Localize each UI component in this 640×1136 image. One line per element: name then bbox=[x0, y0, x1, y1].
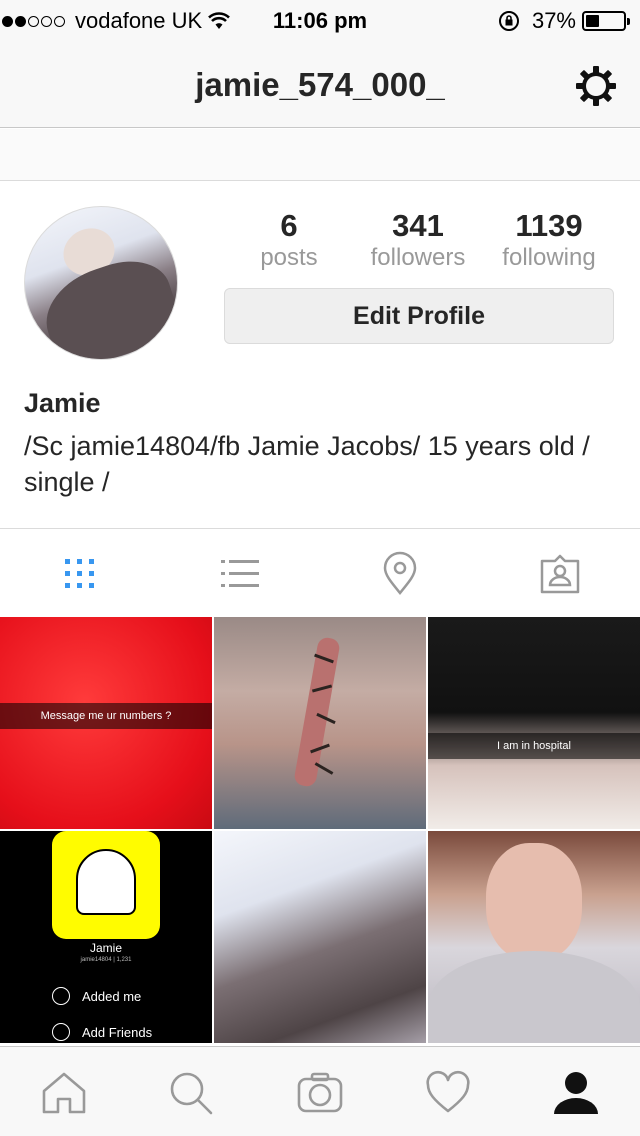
edit-profile-button[interactable]: Edit Profile bbox=[224, 288, 614, 344]
stat-followers-value: 341 bbox=[392, 208, 444, 243]
stat-followers-label: followers bbox=[370, 244, 466, 271]
battery-icon bbox=[582, 11, 630, 31]
post-thumbnail[interactable]: I am in hospital bbox=[428, 617, 640, 829]
avatar[interactable] bbox=[24, 206, 178, 360]
profile-stats: 6 posts 341 followers 1139 following bbox=[224, 208, 614, 278]
profile-bio: /Sc jamie14804/fb Jamie Jacobs/ 15 years… bbox=[24, 431, 590, 497]
grid-icon[interactable] bbox=[57, 551, 103, 597]
bottom-tab-bar bbox=[0, 1046, 640, 1136]
profile-name: Jamie bbox=[24, 388, 101, 418]
snapcode bbox=[52, 831, 160, 939]
location-pin-icon[interactable] bbox=[377, 551, 423, 597]
navigation-bar: jamie_574_000_ bbox=[0, 40, 640, 128]
snap-add-friends: Add Friends bbox=[52, 1023, 152, 1041]
stat-following[interactable]: 1139 following bbox=[484, 208, 614, 272]
snap-added-me: Added me bbox=[52, 987, 141, 1005]
stat-following-label: following bbox=[502, 244, 596, 271]
post-thumbnail[interactable] bbox=[214, 617, 426, 829]
post-thumbnail[interactable] bbox=[428, 831, 640, 1043]
tagged-icon[interactable] bbox=[537, 551, 583, 597]
smiley-icon bbox=[52, 987, 70, 1005]
camera-icon[interactable] bbox=[296, 1069, 344, 1117]
post-thumbnail[interactable]: Message me ur numbers ? bbox=[0, 617, 212, 829]
battery-level bbox=[586, 15, 600, 27]
gear-icon[interactable] bbox=[574, 64, 618, 108]
snap-username: Jamie bbox=[89, 941, 122, 955]
orientation-lock-icon bbox=[498, 11, 519, 31]
snap-handle: jamie14804 | 1,231 bbox=[80, 957, 132, 963]
page-title: jamie_574_000_ bbox=[195, 66, 445, 103]
photo-grid: Message me ur numbers ? I am in hospital… bbox=[0, 617, 640, 1047]
home-icon[interactable] bbox=[40, 1069, 88, 1117]
profile-icon[interactable] bbox=[552, 1069, 600, 1117]
list-icon[interactable] bbox=[217, 551, 263, 597]
stat-posts-value: 6 bbox=[280, 208, 298, 243]
status-right: 37% bbox=[498, 8, 630, 34]
post-caption: Message me ur numbers ? bbox=[0, 703, 212, 729]
status-bar: vodafone UK 11:06 pm 37% bbox=[0, 0, 640, 40]
post-thumbnail[interactable] bbox=[214, 831, 426, 1043]
add-friend-icon bbox=[52, 1023, 70, 1041]
search-icon[interactable] bbox=[167, 1069, 215, 1117]
stat-followers[interactable]: 341 followers bbox=[353, 208, 483, 272]
post-thumbnail[interactable]: Jamie jamie14804 | 1,231 Added me Add Fr… bbox=[0, 831, 212, 1043]
battery-percent: 37% bbox=[531, 8, 576, 33]
heart-icon[interactable] bbox=[424, 1069, 472, 1117]
header-spacer bbox=[0, 129, 640, 181]
stat-following-value: 1139 bbox=[515, 208, 583, 243]
stat-posts[interactable]: 6 posts bbox=[224, 208, 354, 272]
post-caption: I am in hospital bbox=[428, 733, 640, 759]
snapchat-ghost-icon bbox=[76, 849, 136, 915]
profile-view-tabs bbox=[0, 529, 640, 617]
stat-posts-label: posts bbox=[260, 244, 318, 271]
